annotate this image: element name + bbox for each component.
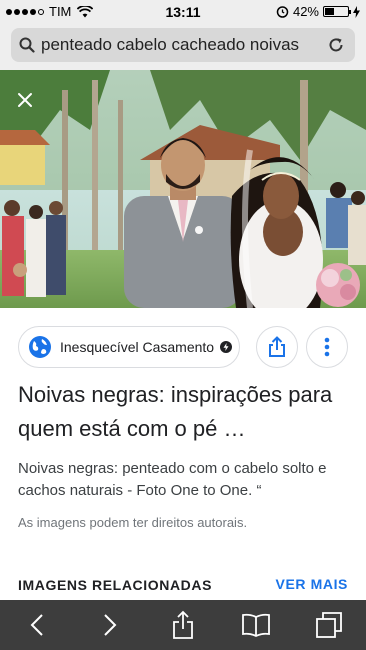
- browser-toolbar: [0, 600, 366, 650]
- wedding-photo-drawing: [0, 70, 366, 308]
- copyright-notice: As imagens podem ter direitos autorais.: [18, 515, 248, 530]
- battery-percent: 42%: [292, 4, 319, 19]
- forward-icon: [104, 614, 117, 636]
- close-button[interactable]: [10, 85, 40, 115]
- status-bar: TIM 13:11 42%: [0, 0, 366, 22]
- see-more-link[interactable]: VER MAIS: [276, 576, 348, 592]
- share-icon: [173, 610, 193, 639]
- reload-icon[interactable]: [325, 34, 347, 56]
- globe-icon: [29, 336, 51, 358]
- forward-button[interactable]: [90, 605, 130, 645]
- close-icon: [18, 93, 32, 107]
- back-icon: [30, 614, 43, 636]
- battery-fill: [325, 8, 335, 15]
- browser-address-area: penteado cabelo cacheado noivas: [0, 22, 366, 70]
- alarm-icon: [276, 6, 289, 18]
- tabs-button[interactable]: [309, 605, 349, 645]
- toolbar-share-button[interactable]: [163, 605, 203, 645]
- bookmarks-icon: [242, 613, 271, 637]
- tabs-icon: [316, 612, 343, 638]
- wedding-photo[interactable]: [0, 70, 366, 308]
- address-text[interactable]: penteado cabelo cacheado noivas: [41, 35, 325, 55]
- charging-icon: [353, 5, 360, 18]
- result-description: Noivas negras: penteado com o cabelo sol…: [18, 460, 327, 499]
- search-icon: [19, 37, 35, 53]
- source-link-chip[interactable]: Inesquecível Casamento: [18, 326, 240, 368]
- status-right: 42%: [276, 4, 360, 19]
- share-button[interactable]: [256, 326, 298, 368]
- source-name: Inesquecível Casamento: [60, 339, 215, 355]
- bookmarks-button[interactable]: [236, 605, 276, 645]
- verified-icon: [220, 341, 233, 353]
- more-options-button[interactable]: [306, 326, 348, 368]
- related-images-heading: IMAGENS RELACIONADAS: [18, 577, 213, 593]
- address-bar[interactable]: penteado cabelo cacheado noivas: [11, 28, 355, 62]
- battery-icon: [323, 6, 351, 17]
- more-vert-icon: [324, 337, 330, 357]
- back-button[interactable]: [17, 605, 57, 645]
- share-icon: [269, 336, 285, 357]
- result-title[interactable]: Noivas negras: inspirações para quem est…: [18, 378, 348, 446]
